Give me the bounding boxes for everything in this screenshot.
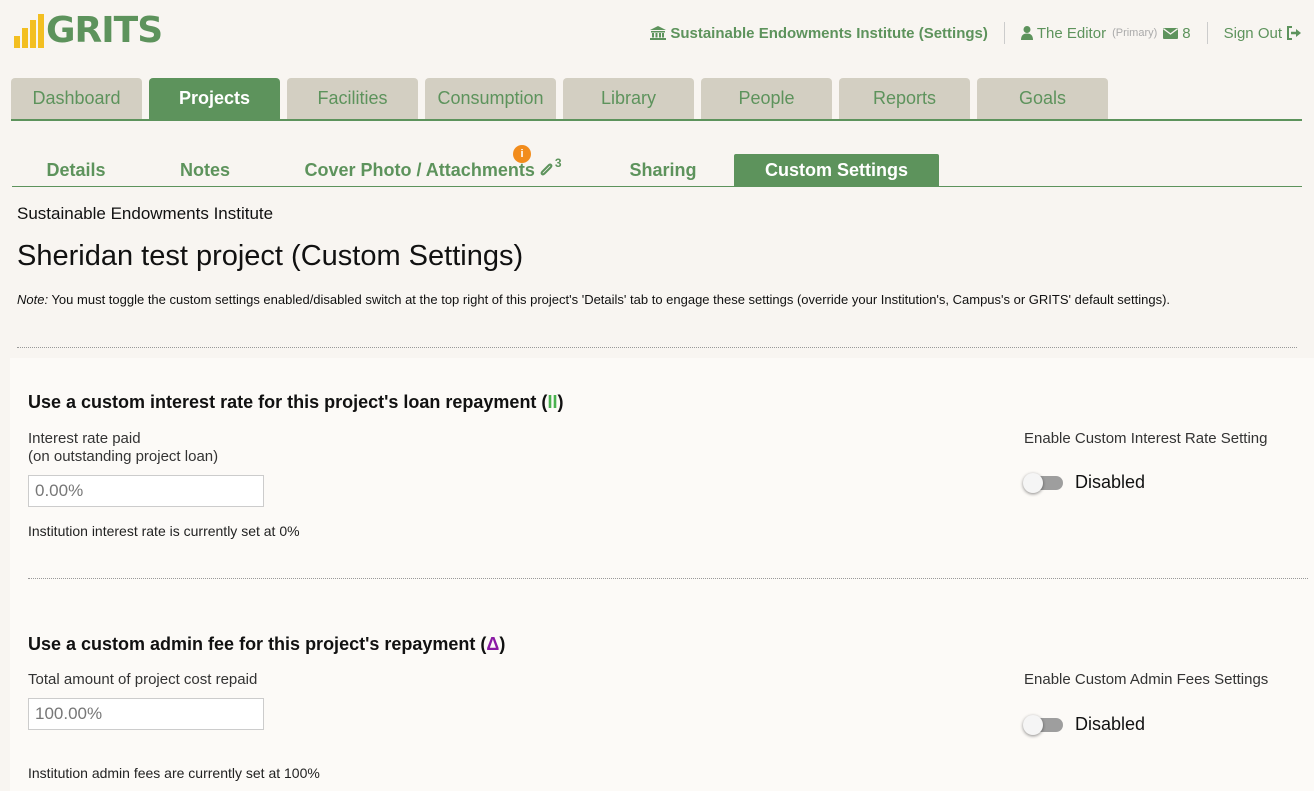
interest-section-title: Use a custom interest rate for this proj… bbox=[28, 392, 564, 412]
paperclip-icon bbox=[539, 162, 553, 178]
interest-toggle-label: Enable Custom Interest Rate Setting bbox=[1024, 430, 1268, 447]
settings-note: Note: You must toggle the custom setting… bbox=[17, 292, 1170, 307]
sign-out-icon bbox=[1286, 26, 1302, 40]
attachment-count: 3 bbox=[554, 156, 562, 170]
user-name: The Editor bbox=[1036, 24, 1107, 42]
admin-field-label: Total amount of project cost repaid bbox=[28, 671, 258, 688]
tab-dashboard[interactable]: Dashboard bbox=[11, 78, 142, 119]
subtab-notes[interactable]: Notes bbox=[142, 154, 268, 186]
tab-facilities[interactable]: Facilities bbox=[287, 78, 418, 119]
admin-toggle-switch[interactable] bbox=[1023, 714, 1063, 735]
divider bbox=[1206, 22, 1208, 44]
admin-hint: Institution admin fees are currently set… bbox=[28, 765, 320, 781]
logo-bars-icon bbox=[14, 14, 48, 48]
bank-icon bbox=[650, 26, 667, 40]
tab-projects[interactable]: Projects bbox=[149, 78, 280, 119]
subtab-custom-settings[interactable]: Custom Settings bbox=[734, 154, 939, 186]
admin-toggle[interactable]: Disabled bbox=[1023, 714, 1145, 735]
messages-link[interactable]: 8 bbox=[1163, 24, 1191, 42]
sign-out-link[interactable]: Sign Out bbox=[1224, 25, 1302, 42]
project-sub-nav: Details Notes Cover Photo / Attachments … bbox=[12, 145, 1302, 186]
tab-reports[interactable]: Reports bbox=[839, 78, 970, 119]
envelope-icon bbox=[1163, 27, 1179, 39]
tab-library[interactable]: Library bbox=[563, 78, 694, 119]
admin-toggle-label: Enable Custom Admin Fees Settings bbox=[1024, 671, 1269, 688]
section-divider bbox=[28, 578, 1308, 579]
logo-text: GRITS bbox=[46, 10, 163, 51]
main-nav: Dashboard Projects Facilities Consumptio… bbox=[11, 78, 1108, 119]
sub-nav-rule bbox=[12, 186, 1302, 187]
user-icon bbox=[1020, 26, 1033, 40]
interest-toggle[interactable]: Disabled bbox=[1023, 472, 1145, 493]
tab-consumption[interactable]: Consumption bbox=[425, 78, 556, 119]
sign-out-label: Sign Out bbox=[1223, 24, 1282, 42]
admin-fee-input[interactable] bbox=[28, 698, 264, 730]
interest-symbol-icon: II bbox=[547, 392, 558, 412]
section-divider bbox=[17, 347, 1297, 348]
note-label: Note: bbox=[17, 292, 49, 307]
tab-goals[interactable]: Goals bbox=[977, 78, 1108, 119]
info-badge-icon[interactable]: i bbox=[513, 145, 531, 163]
interest-hint: Institution interest rate is currently s… bbox=[28, 523, 300, 539]
message-count: 8 bbox=[1182, 24, 1191, 42]
interest-toggle-state: Disabled bbox=[1075, 472, 1146, 492]
admin-toggle-state: Disabled bbox=[1075, 714, 1146, 734]
page-title: Sheridan test project (Custom Settings) bbox=[17, 240, 524, 272]
institution-settings-label: Sustainable Endowments Institute (Settin… bbox=[670, 24, 988, 42]
institution-settings-link[interactable]: Sustainable Endowments Institute (Settin… bbox=[650, 25, 988, 42]
main-nav-rule bbox=[11, 119, 1302, 121]
institution-name: Sustainable Endowments Institute bbox=[17, 204, 274, 223]
subtab-sharing[interactable]: Sharing bbox=[608, 154, 718, 186]
interest-field-label: Interest rate paid (on outstanding proje… bbox=[28, 430, 219, 465]
admin-section-title: Use a custom admin fee for this project'… bbox=[28, 634, 506, 654]
user-role: (Primary) bbox=[1112, 27, 1158, 39]
subtab-attachments-label: Cover Photo / Attachments bbox=[304, 159, 535, 180]
delta-symbol-icon: Δ bbox=[486, 634, 500, 654]
top-bar: Sustainable Endowments Institute (Settin… bbox=[650, 22, 1302, 44]
interest-rate-input[interactable] bbox=[28, 475, 264, 507]
note-text: You must toggle the custom settings enab… bbox=[48, 292, 1171, 307]
divider bbox=[1003, 22, 1005, 44]
grits-logo[interactable]: GRITS bbox=[14, 10, 163, 51]
user-menu[interactable]: The Editor bbox=[1020, 24, 1107, 42]
interest-toggle-switch[interactable] bbox=[1023, 472, 1063, 493]
tab-people[interactable]: People bbox=[701, 78, 832, 119]
subtab-details[interactable]: Details bbox=[20, 154, 132, 186]
